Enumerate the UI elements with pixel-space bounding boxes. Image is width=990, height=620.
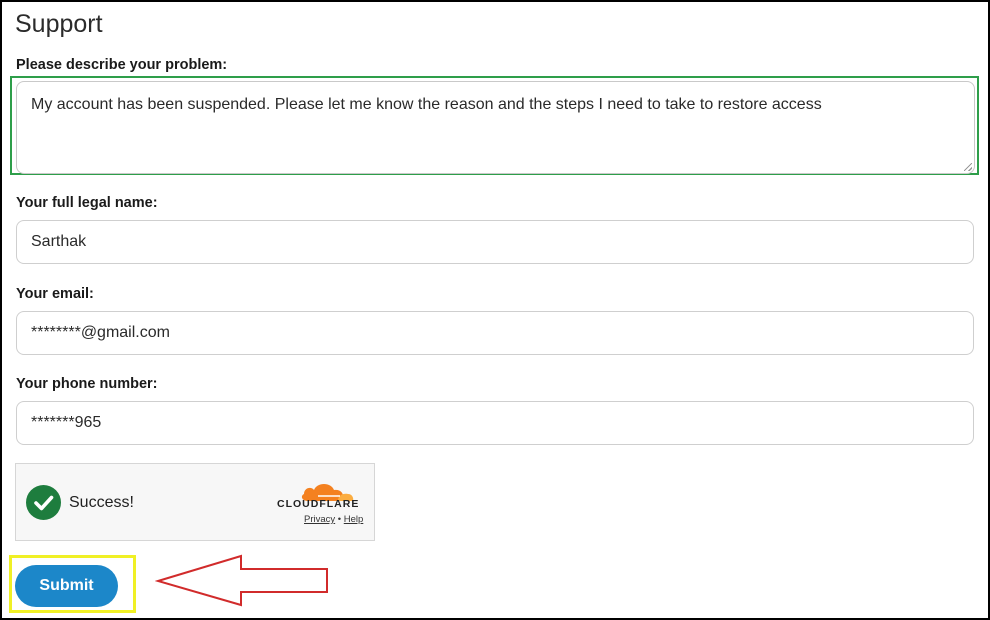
captcha-widget[interactable]: Success! CLOUDFLARE Privacy • Help bbox=[15, 463, 375, 541]
left-arrow-icon bbox=[155, 554, 328, 607]
problem-label: Please describe your problem: bbox=[16, 57, 228, 73]
phone-input[interactable]: *******965 bbox=[16, 401, 974, 445]
problem-textarea[interactable]: My account has been suspended. Please le… bbox=[16, 81, 975, 174]
phone-label: Your phone number: bbox=[16, 376, 158, 392]
check-circle-icon bbox=[26, 485, 61, 520]
submit-button[interactable]: Submit bbox=[15, 565, 118, 607]
page-title: Support bbox=[15, 10, 103, 38]
captcha-status: Success! bbox=[69, 494, 134, 511]
help-link[interactable]: Help bbox=[344, 514, 364, 525]
name-label: Your full legal name: bbox=[16, 195, 158, 211]
cloudflare-brand: CLOUDFLARE bbox=[277, 498, 360, 510]
email-label: Your email: bbox=[16, 286, 94, 302]
captcha-links: Privacy • Help bbox=[304, 514, 363, 525]
email-input[interactable]: ********@gmail.com bbox=[16, 311, 974, 355]
resize-handle-icon[interactable] bbox=[964, 163, 972, 171]
problem-text: My account has been suspended. Please le… bbox=[31, 96, 822, 113]
name-input[interactable]: Sarthak bbox=[16, 220, 974, 264]
privacy-link[interactable]: Privacy bbox=[304, 514, 335, 525]
link-separator: • bbox=[337, 514, 342, 525]
